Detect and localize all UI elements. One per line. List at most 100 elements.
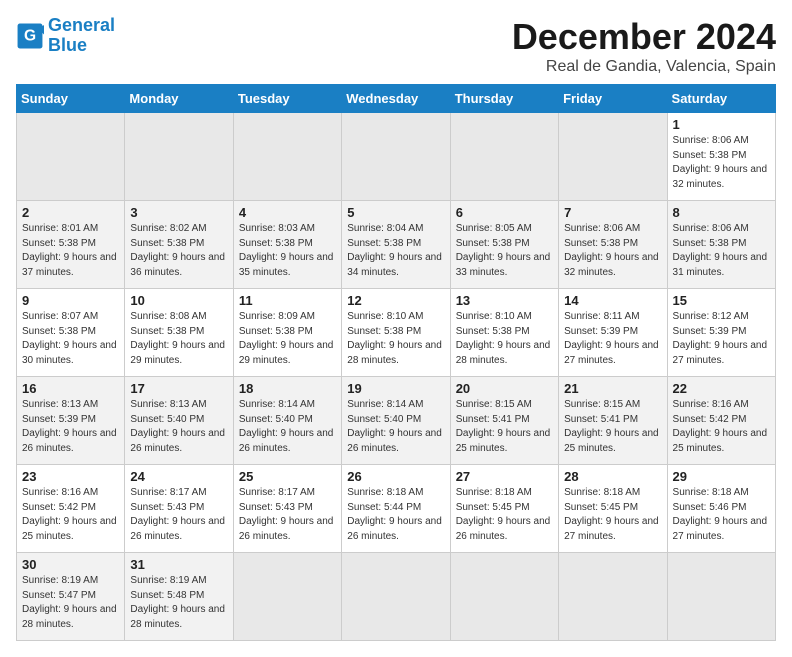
calendar-cell: 26 Sunrise: 8:18 AMSunset: 5:44 PMDayligh… xyxy=(342,465,450,553)
calendar-cell xyxy=(559,113,667,201)
calendar-cell: 12Sunrise: 8:10 AMSunset: 5:38 PMDayligh… xyxy=(342,289,450,377)
day-number: 17 xyxy=(130,381,227,396)
day-info: Sunrise: 8:08 AMSunset: 5:38 PMDaylight:… xyxy=(130,310,227,368)
day-info: Sunrise: 8:14 AMSunset: 5:40 PMDaylight:… xyxy=(239,398,336,456)
day-header-monday: Monday xyxy=(125,85,233,113)
day-info: Sunrise: 8:02 AMSunset: 5:38 PMDaylight:… xyxy=(130,222,227,280)
day-number: 18 xyxy=(239,381,336,396)
logo-text: GeneralBlue xyxy=(48,16,115,56)
calendar-cell: 15 Sunrise: 8:12 AMSunset: 5:39 PMDayligh… xyxy=(667,289,775,377)
day-header-friday: Friday xyxy=(559,85,667,113)
day-number: 26 xyxy=(347,469,444,484)
day-number: 10 xyxy=(130,293,227,308)
day-info: Sunrise: 8:18 AMSunset: 5:45 PMDaylight:… xyxy=(456,486,553,544)
day-info: Sunrise: 8:06 AMSunset: 5:38 PMDaylight:… xyxy=(673,222,770,280)
day-header-sunday: Sunday xyxy=(17,85,125,113)
day-number: 27 xyxy=(456,469,553,484)
day-header-thursday: Thursday xyxy=(450,85,558,113)
day-info: Sunrise: 8:06 AMSunset: 5:38 PMDaylight:… xyxy=(564,222,661,280)
calendar-table: SundayMondayTuesdayWednesdayThursdayFrid… xyxy=(16,84,776,641)
calendar-cell: 16 Sunrise: 8:13 AMSunset: 5:39 PMDayligh… xyxy=(17,377,125,465)
day-number: 7 xyxy=(564,205,661,220)
calendar-cell: 9Sunrise: 8:07 AMSunset: 5:38 PMDaylight… xyxy=(17,289,125,377)
day-info: Sunrise: 8:16 AMSunset: 5:42 PMDaylight:… xyxy=(673,398,770,456)
calendar-cell: 23Sunrise: 8:16 AMSunset: 5:42 PMDayligh… xyxy=(17,465,125,553)
day-number: 16 xyxy=(22,381,119,396)
day-number: 14 xyxy=(564,293,661,308)
day-number: 29 xyxy=(673,469,770,484)
day-number: 31 xyxy=(130,557,227,572)
calendar-cell xyxy=(450,553,558,641)
calendar-cell: 24 Sunrise: 8:17 AMSunset: 5:43 PMDayligh… xyxy=(125,465,233,553)
day-info: Sunrise: 8:13 AMSunset: 5:39 PMDaylight:… xyxy=(22,398,119,456)
day-number: 5 xyxy=(347,205,444,220)
day-header-saturday: Saturday xyxy=(667,85,775,113)
calendar-cell xyxy=(667,553,775,641)
calendar-cell: 18 Sunrise: 8:14 AMSunset: 5:40 PMDayligh… xyxy=(233,377,341,465)
day-number: 20 xyxy=(456,381,553,396)
day-number: 28 xyxy=(564,469,661,484)
calendar-cell xyxy=(125,113,233,201)
calendar-cell: 1Sunrise: 8:06 AMSunset: 5:38 PMDaylight… xyxy=(667,113,775,201)
day-number: 21 xyxy=(564,381,661,396)
calendar-cell xyxy=(233,113,341,201)
day-info: Sunrise: 8:01 AMSunset: 5:38 PMDaylight:… xyxy=(22,222,119,280)
day-info: Sunrise: 8:18 AMSunset: 5:45 PMDaylight:… xyxy=(564,486,661,544)
day-number: 2 xyxy=(22,205,119,220)
day-number: 24 xyxy=(130,469,227,484)
day-info: Sunrise: 8:10 AMSunset: 5:38 PMDaylight:… xyxy=(456,310,553,368)
calendar-cell: 2 Sunrise: 8:01 AMSunset: 5:38 PMDaylight… xyxy=(17,201,125,289)
day-info: Sunrise: 8:04 AMSunset: 5:38 PMDaylight:… xyxy=(347,222,444,280)
logo: G GeneralBlue xyxy=(16,16,115,56)
day-number: 13 xyxy=(456,293,553,308)
calendar-cell: 22 Sunrise: 8:16 AMSunset: 5:42 PMDayligh… xyxy=(667,377,775,465)
day-info: Sunrise: 8:17 AMSunset: 5:43 PMDaylight:… xyxy=(239,486,336,544)
calendar-cell: 3 Sunrise: 8:02 AMSunset: 5:38 PMDaylight… xyxy=(125,201,233,289)
calendar-week-1: 2 Sunrise: 8:01 AMSunset: 5:38 PMDaylight… xyxy=(17,201,776,289)
calendar-week-2: 9Sunrise: 8:07 AMSunset: 5:38 PMDaylight… xyxy=(17,289,776,377)
calendar-cell: 25 Sunrise: 8:17 AMSunset: 5:43 PMDayligh… xyxy=(233,465,341,553)
calendar-cell: 11 Sunrise: 8:09 AMSunset: 5:38 PMDayligh… xyxy=(233,289,341,377)
day-info: Sunrise: 8:09 AMSunset: 5:38 PMDaylight:… xyxy=(239,310,336,368)
day-number: 30 xyxy=(22,557,119,572)
day-number: 25 xyxy=(239,469,336,484)
location-subtitle: Real de Gandia, Valencia, Spain xyxy=(512,58,776,76)
calendar-cell: 21 Sunrise: 8:15 AMSunset: 5:41 PMDayligh… xyxy=(559,377,667,465)
day-number: 4 xyxy=(239,205,336,220)
day-number: 15 xyxy=(673,293,770,308)
day-info: Sunrise: 8:05 AMSunset: 5:38 PMDaylight:… xyxy=(456,222,553,280)
calendar-week-0: 1Sunrise: 8:06 AMSunset: 5:38 PMDaylight… xyxy=(17,113,776,201)
calendar-cell: 29Sunrise: 8:18 AMSunset: 5:46 PMDayligh… xyxy=(667,465,775,553)
calendar-week-3: 16 Sunrise: 8:13 AMSunset: 5:39 PMDayligh… xyxy=(17,377,776,465)
month-title: December 2024 xyxy=(512,16,776,58)
calendar-cell: 6Sunrise: 8:05 AMSunset: 5:38 PMDaylight… xyxy=(450,201,558,289)
calendar-cell xyxy=(342,113,450,201)
calendar-cell: 31 Sunrise: 8:19 AMSunset: 5:48 PMDayligh… xyxy=(125,553,233,641)
day-info: Sunrise: 8:18 AMSunset: 5:44 PMDaylight:… xyxy=(347,486,444,544)
day-info: Sunrise: 8:17 AMSunset: 5:43 PMDaylight:… xyxy=(130,486,227,544)
page-header: G GeneralBlue December 2024 Real de Gand… xyxy=(16,16,776,76)
calendar-cell xyxy=(342,553,450,641)
calendar-cell: 10 Sunrise: 8:08 AMSunset: 5:38 PMDayligh… xyxy=(125,289,233,377)
day-number: 1 xyxy=(673,117,770,132)
calendar-cell xyxy=(559,553,667,641)
calendar-week-5: 30 Sunrise: 8:19 AMSunset: 5:47 PMDayligh… xyxy=(17,553,776,641)
day-info: Sunrise: 8:15 AMSunset: 5:41 PMDaylight:… xyxy=(564,398,661,456)
calendar-cell xyxy=(450,113,558,201)
day-info: Sunrise: 8:03 AMSunset: 5:38 PMDaylight:… xyxy=(239,222,336,280)
day-number: 22 xyxy=(673,381,770,396)
day-number: 9 xyxy=(22,293,119,308)
day-info: Sunrise: 8:19 AMSunset: 5:48 PMDaylight:… xyxy=(130,574,227,632)
day-number: 3 xyxy=(130,205,227,220)
calendar-cell: 28 Sunrise: 8:18 AMSunset: 5:45 PMDayligh… xyxy=(559,465,667,553)
day-number: 11 xyxy=(239,293,336,308)
title-block: December 2024 Real de Gandia, Valencia, … xyxy=(512,16,776,76)
calendar-cell: 5 Sunrise: 8:04 AMSunset: 5:38 PMDaylight… xyxy=(342,201,450,289)
calendar-cell: 4 Sunrise: 8:03 AMSunset: 5:38 PMDaylight… xyxy=(233,201,341,289)
day-header-wednesday: Wednesday xyxy=(342,85,450,113)
day-header-tuesday: Tuesday xyxy=(233,85,341,113)
day-number: 19 xyxy=(347,381,444,396)
day-info: Sunrise: 8:11 AMSunset: 5:39 PMDaylight:… xyxy=(564,310,661,368)
day-info: Sunrise: 8:19 AMSunset: 5:47 PMDaylight:… xyxy=(22,574,119,632)
day-info: Sunrise: 8:12 AMSunset: 5:39 PMDaylight:… xyxy=(673,310,770,368)
